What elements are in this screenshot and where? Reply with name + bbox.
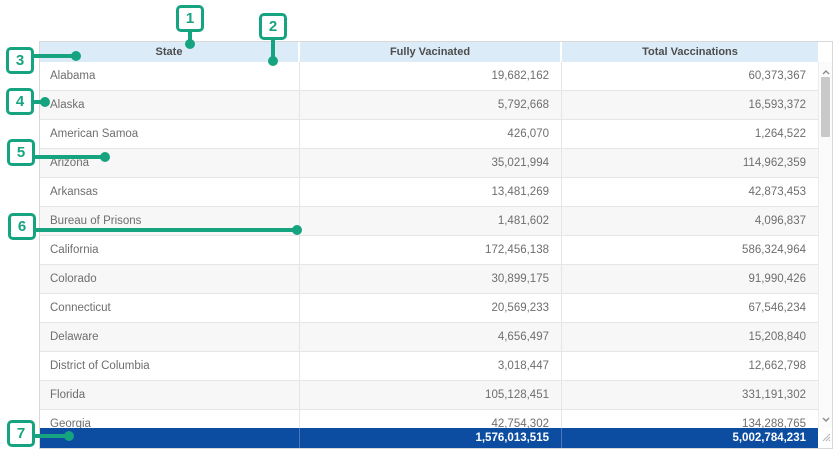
state-cell: Florida bbox=[40, 381, 300, 409]
fully-vaccinated-cell: 1,481,602 bbox=[300, 207, 562, 235]
table-row[interactable]: Delaware4,656,49715,208,840 bbox=[40, 323, 818, 352]
total-vaccinations-cell: 60,373,367 bbox=[562, 62, 818, 90]
state-cell: District of Columbia bbox=[40, 352, 300, 380]
fully-vaccinated-cell: 13,481,269 bbox=[300, 178, 562, 206]
total-vaccinations-cell: 134,288,765 bbox=[562, 410, 818, 428]
table-header-row: State Fully Vacinated Total Vaccinations bbox=[40, 42, 832, 62]
fully-vaccinated-cell: 20,569,233 bbox=[300, 294, 562, 322]
table-row[interactable]: California172,456,138586,324,964 bbox=[40, 236, 818, 265]
state-cell: Colorado bbox=[40, 265, 300, 293]
column-header-fully-vaccinated[interactable]: Fully Vacinated bbox=[300, 42, 562, 62]
state-cell: Delaware bbox=[40, 323, 300, 351]
column-header-total-vaccinations[interactable]: Total Vaccinations bbox=[562, 42, 818, 62]
callout-dot-6 bbox=[292, 225, 302, 235]
callout-marker-3: 3 bbox=[6, 47, 34, 74]
callout-dot-1 bbox=[185, 39, 195, 49]
state-cell: Connecticut bbox=[40, 294, 300, 322]
total-vaccinations-cell: 331,191,302 bbox=[562, 381, 818, 409]
table-body: Alabama19,682,16260,373,367Alaska5,792,6… bbox=[40, 62, 832, 428]
fully-vaccinated-cell: 426,070 bbox=[300, 120, 562, 148]
table-body-rows: Alabama19,682,16260,373,367Alaska5,792,6… bbox=[40, 62, 818, 428]
table-row[interactable]: Colorado30,899,17591,990,426 bbox=[40, 265, 818, 294]
totals-total-vaccinations: 5,002,784,231 bbox=[562, 428, 818, 448]
state-cell: California bbox=[40, 236, 300, 264]
fully-vaccinated-cell: 4,656,497 bbox=[300, 323, 562, 351]
callout-line-3 bbox=[31, 54, 75, 58]
vaccinations-list-table: State Fully Vacinated Total Vaccinations… bbox=[39, 41, 833, 449]
total-vaccinations-cell: 91,990,426 bbox=[562, 265, 818, 293]
chevron-up-icon bbox=[822, 63, 830, 78]
callout-dot-4 bbox=[40, 97, 50, 107]
scroll-up-button[interactable] bbox=[819, 63, 832, 77]
fully-vaccinated-cell: 172,456,138 bbox=[300, 236, 562, 264]
total-vaccinations-cell: 12,662,798 bbox=[562, 352, 818, 380]
table-row[interactable]: American Samoa426,0701,264,522 bbox=[40, 120, 818, 149]
callout-marker-4: 4 bbox=[6, 88, 34, 115]
fully-vaccinated-cell: 42,754,302 bbox=[300, 410, 562, 428]
callout-dot-3 bbox=[71, 51, 81, 61]
callout-line-6 bbox=[33, 228, 297, 232]
callout-marker-6: 6 bbox=[8, 213, 36, 240]
header-scrollbar-spacer bbox=[818, 42, 832, 62]
table-row[interactable]: Georgia42,754,302134,288,765 bbox=[40, 410, 818, 428]
chevron-down-icon bbox=[822, 410, 830, 425]
fully-vaccinated-cell: 105,128,451 bbox=[300, 381, 562, 409]
total-vaccinations-cell: 4,096,837 bbox=[562, 207, 818, 235]
state-cell: Arizona bbox=[40, 149, 300, 177]
resize-grip-icon[interactable] bbox=[821, 429, 831, 447]
scroll-down-button[interactable] bbox=[819, 410, 832, 424]
callout-marker-7: 7 bbox=[7, 420, 35, 447]
table-row[interactable]: Connecticut20,569,23367,546,234 bbox=[40, 294, 818, 323]
state-cell: Arkansas bbox=[40, 178, 300, 206]
total-vaccinations-cell: 67,546,234 bbox=[562, 294, 818, 322]
total-vaccinations-cell: 15,208,840 bbox=[562, 323, 818, 351]
total-vaccinations-cell: 1,264,522 bbox=[562, 120, 818, 148]
fully-vaccinated-cell: 3,018,447 bbox=[300, 352, 562, 380]
state-cell: Alaska bbox=[40, 91, 300, 119]
state-cell: Alabama bbox=[40, 62, 300, 90]
total-vaccinations-cell: 586,324,964 bbox=[562, 236, 818, 264]
fully-vaccinated-cell: 30,899,175 bbox=[300, 265, 562, 293]
totals-state-cell bbox=[40, 428, 300, 448]
vertical-scrollbar[interactable] bbox=[818, 62, 832, 428]
scrollbar-thumb[interactable] bbox=[821, 77, 830, 137]
callout-dot-2 bbox=[268, 56, 278, 66]
total-vaccinations-cell: 16,593,372 bbox=[562, 91, 818, 119]
table-row[interactable]: Arizona35,021,994114,962,359 bbox=[40, 149, 818, 178]
fully-vaccinated-cell: 35,021,994 bbox=[300, 149, 562, 177]
totals-scrollbar-spacer bbox=[818, 428, 832, 448]
table-row[interactable]: Florida105,128,451331,191,302 bbox=[40, 381, 818, 410]
state-cell: American Samoa bbox=[40, 120, 300, 148]
callout-marker-5: 5 bbox=[7, 139, 35, 166]
callout-dot-7 bbox=[64, 431, 74, 441]
callout-dot-5 bbox=[100, 152, 110, 162]
total-vaccinations-cell: 42,873,453 bbox=[562, 178, 818, 206]
callout-marker-2: 2 bbox=[259, 13, 287, 40]
table-totals-row: 1,576,013,515 5,002,784,231 bbox=[40, 428, 832, 448]
callout-marker-1: 1 bbox=[176, 5, 204, 32]
fully-vaccinated-cell: 19,682,162 bbox=[300, 62, 562, 90]
fully-vaccinated-cell: 5,792,668 bbox=[300, 91, 562, 119]
table-row[interactable]: Alaska5,792,66816,593,372 bbox=[40, 91, 818, 120]
callout-line-5 bbox=[32, 155, 105, 159]
total-vaccinations-cell: 114,962,359 bbox=[562, 149, 818, 177]
table-row[interactable]: District of Columbia3,018,44712,662,798 bbox=[40, 352, 818, 381]
table-row[interactable]: Alabama19,682,16260,373,367 bbox=[40, 62, 818, 91]
state-cell: Georgia bbox=[40, 410, 300, 428]
table-row[interactable]: Arkansas13,481,26942,873,453 bbox=[40, 178, 818, 207]
totals-fully-vaccinated: 1,576,013,515 bbox=[300, 428, 562, 448]
